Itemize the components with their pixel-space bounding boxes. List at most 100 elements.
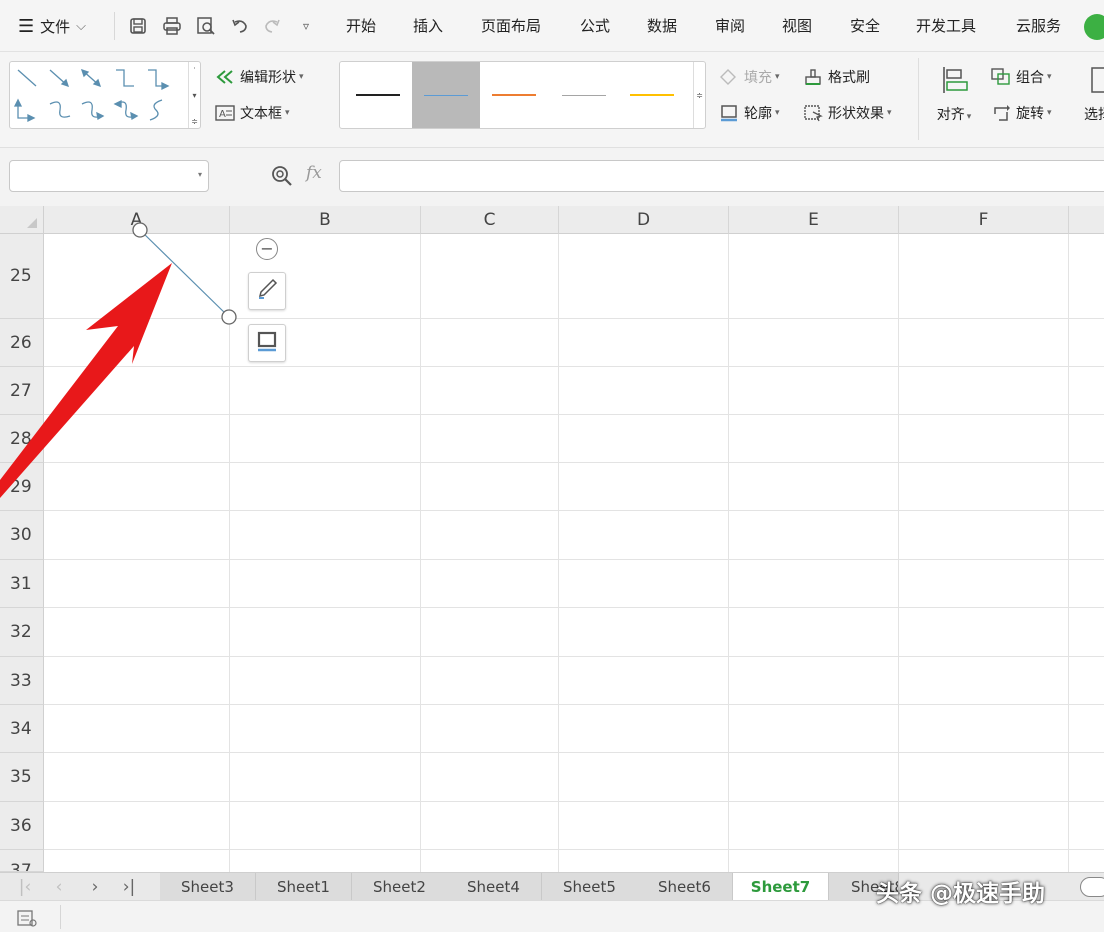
gallery-scroll[interactable]: · ▾ ≑ bbox=[188, 62, 200, 128]
dropdown-arrow-icon: ▾ bbox=[1047, 108, 1052, 118]
macro-record-icon[interactable] bbox=[16, 908, 38, 928]
line-shapes-icon[interactable] bbox=[10, 62, 188, 128]
file-menu-label: 文件 bbox=[40, 17, 71, 36]
row-header-37[interactable]: 37 bbox=[0, 850, 44, 872]
print-icon[interactable] bbox=[160, 14, 184, 38]
format-painter-button[interactable]: 格式刷 bbox=[802, 66, 870, 88]
last-sheet-icon[interactable]: ›| bbox=[118, 876, 140, 898]
format-painter-label: 格式刷 bbox=[828, 70, 870, 86]
column-header-a[interactable]: A bbox=[44, 206, 230, 234]
sheet-tab-sheet6[interactable]: Sheet6 bbox=[637, 873, 733, 901]
first-sheet-icon[interactable]: |‹ bbox=[14, 876, 36, 898]
line-style-gray[interactable] bbox=[550, 62, 618, 128]
expand-icon[interactable]: ≑ bbox=[191, 117, 198, 126]
row-header-34[interactable]: 34 bbox=[0, 705, 44, 753]
group-button[interactable]: 组合 ▾ bbox=[990, 66, 1052, 88]
shape-style-button[interactable] bbox=[248, 272, 286, 310]
dropdown-arrow-icon: ▾ bbox=[1047, 72, 1052, 82]
sheet-tab-sheet7[interactable]: Sheet7 bbox=[733, 873, 829, 901]
select-pane-button[interactable]: 选择 bbox=[1078, 62, 1104, 134]
tab-cloud-services[interactable]: 云服务 bbox=[1016, 15, 1061, 36]
sheet-tab-sheet1[interactable]: Sheet1 bbox=[256, 873, 352, 901]
pen-icon bbox=[255, 277, 279, 305]
tab-formulas[interactable]: 公式 bbox=[580, 15, 610, 36]
align-icon bbox=[937, 62, 971, 98]
rotate-icon bbox=[990, 103, 1012, 123]
scroll-down-icon[interactable]: ▾ bbox=[192, 91, 196, 100]
scroll-up-icon[interactable]: · bbox=[193, 64, 196, 73]
text-box-icon: A bbox=[214, 103, 236, 123]
rotate-button[interactable]: 旋转 ▾ bbox=[990, 102, 1052, 124]
line-style-orange[interactable] bbox=[480, 62, 548, 128]
row-header-36[interactable]: 36 bbox=[0, 802, 44, 850]
edit-shape-icon bbox=[214, 67, 236, 87]
formula-input[interactable] bbox=[339, 160, 1104, 192]
sheet-tab-sheet5[interactable]: Sheet5 bbox=[542, 873, 638, 901]
svg-text:A: A bbox=[219, 109, 226, 120]
row-header-35[interactable]: 35 bbox=[0, 753, 44, 802]
row-header-26[interactable]: 26 bbox=[0, 319, 44, 367]
line-style-blue[interactable] bbox=[412, 62, 480, 128]
column-header-c[interactable]: C bbox=[421, 206, 559, 234]
expand-icon[interactable]: ≑ bbox=[696, 91, 703, 100]
shape-effects-button[interactable]: 形状效果 ▾ bbox=[802, 102, 892, 124]
select-all-corner[interactable] bbox=[0, 206, 44, 234]
zoom-icon[interactable] bbox=[270, 164, 294, 188]
tab-home[interactable]: 开始 bbox=[346, 15, 376, 36]
column-header-b[interactable]: B bbox=[230, 206, 421, 234]
line-style-black[interactable] bbox=[344, 62, 412, 128]
sheet-tab-sheet4[interactable]: Sheet4 bbox=[446, 873, 542, 901]
dropdown-arrow-icon: ▾ bbox=[775, 72, 780, 82]
format-painter-icon bbox=[802, 67, 824, 87]
fx-icon[interactable]: fx bbox=[306, 163, 322, 183]
next-sheet-icon[interactable]: › bbox=[84, 876, 106, 898]
line-gallery-scroll[interactable]: ≑ bbox=[693, 62, 705, 128]
column-header-d[interactable]: D bbox=[559, 206, 729, 234]
redo-icon[interactable] bbox=[260, 14, 284, 38]
text-box-button[interactable]: A 文本框 ▾ bbox=[214, 102, 290, 124]
row-header-31[interactable]: 31 bbox=[0, 560, 44, 608]
tab-security[interactable]: 安全 bbox=[850, 15, 880, 36]
save-icon[interactable] bbox=[126, 14, 150, 38]
tab-scroll-toggle[interactable] bbox=[1080, 877, 1104, 897]
dropdown-arrow-icon: ▾ bbox=[775, 108, 780, 118]
dropdown-arrow-icon[interactable]: ▾ bbox=[198, 170, 202, 179]
column-header-next[interactable] bbox=[1069, 206, 1104, 234]
dropdown-arrow-icon: ▾ bbox=[887, 108, 892, 118]
column-header-e[interactable]: E bbox=[729, 206, 899, 234]
shape-outline-button[interactable] bbox=[248, 324, 286, 362]
row-header-25[interactable]: 25 bbox=[0, 234, 44, 319]
row-header-32[interactable]: 32 bbox=[0, 608, 44, 657]
sheet-tab-sheet2[interactable]: Sheet2 bbox=[352, 873, 448, 901]
tab-data[interactable]: 数据 bbox=[647, 15, 677, 36]
fill-button[interactable]: 填充 ▾ bbox=[718, 66, 780, 88]
tab-review[interactable]: 审阅 bbox=[715, 15, 745, 36]
row-header-27[interactable]: 27 bbox=[0, 367, 44, 415]
outline-button[interactable]: 轮廓 ▾ bbox=[718, 102, 780, 124]
print-preview-icon[interactable] bbox=[194, 14, 218, 38]
cell-grid[interactable] bbox=[44, 234, 1104, 872]
prev-sheet-icon[interactable]: ‹ bbox=[48, 876, 70, 898]
row-header-30[interactable]: 30 bbox=[0, 511, 44, 560]
collapse-icon[interactable]: − bbox=[256, 238, 278, 260]
tab-page-layout[interactable]: 页面布局 bbox=[481, 15, 541, 36]
align-button[interactable]: 对齐 ▾ bbox=[930, 62, 978, 134]
name-box[interactable]: ▾ bbox=[9, 160, 209, 192]
tab-view[interactable]: 视图 bbox=[782, 15, 812, 36]
file-menu[interactable]: ☰ 文件 ⌵ bbox=[18, 14, 86, 38]
select-pane-label: 选择 bbox=[1084, 107, 1104, 123]
group-label: 组合 bbox=[1016, 70, 1044, 86]
tab-developer[interactable]: 开发工具 bbox=[916, 15, 976, 36]
customize-icon[interactable]: ▿ bbox=[294, 14, 318, 38]
column-header-f[interactable]: F bbox=[899, 206, 1069, 234]
row-header-29[interactable]: 29 bbox=[0, 463, 44, 511]
row-header-33[interactable]: 33 bbox=[0, 657, 44, 705]
row-header-28[interactable]: 28 bbox=[0, 415, 44, 463]
edit-shape-button[interactable]: 编辑形状 ▾ bbox=[214, 66, 304, 88]
tab-insert[interactable]: 插入 bbox=[413, 15, 443, 36]
formula-bar: ▾ fx bbox=[0, 148, 1104, 206]
account-status-icon[interactable] bbox=[1084, 14, 1104, 40]
line-style-gold[interactable] bbox=[618, 62, 686, 128]
undo-icon[interactable] bbox=[228, 14, 252, 38]
sheet-tab-sheet3[interactable]: Sheet3 bbox=[160, 873, 256, 901]
